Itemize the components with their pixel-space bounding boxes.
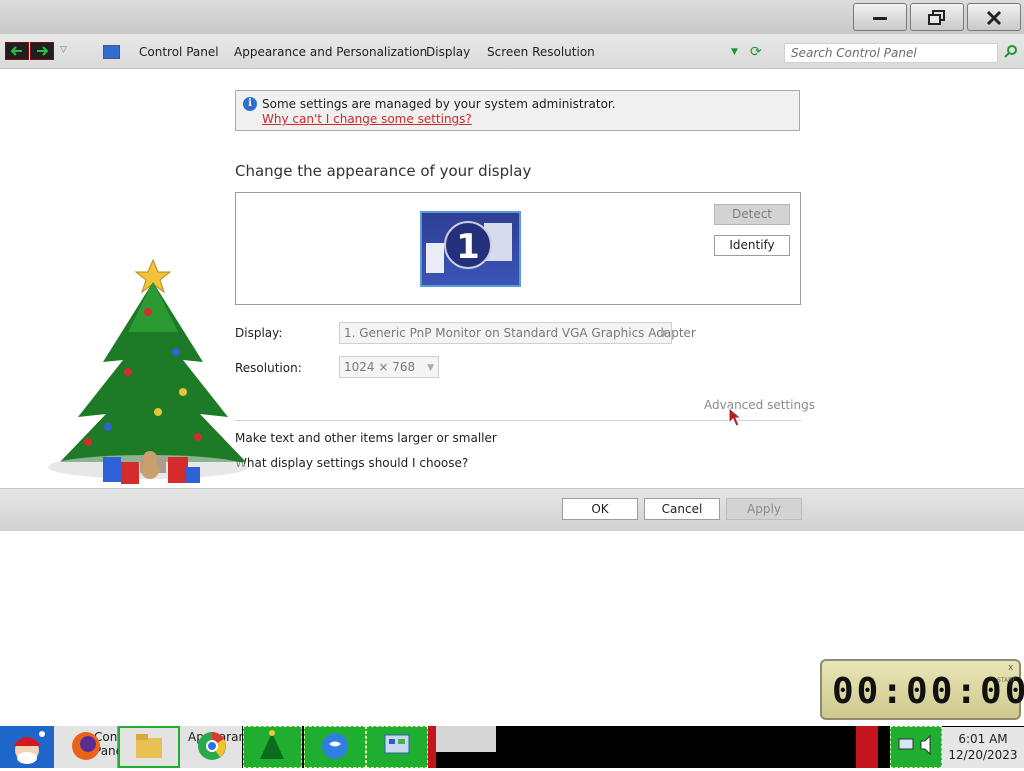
- display-select-value: 1. Generic PnP Monitor on Standard VGA G…: [344, 326, 696, 340]
- refresh-icon[interactable]: ⟳: [750, 44, 762, 60]
- minimize-button[interactable]: [853, 3, 907, 31]
- search-input[interactable]: Search Control Panel: [784, 43, 998, 63]
- breadcrumb-screen-resolution[interactable]: Screen Resolution: [487, 45, 595, 59]
- folder-icon: [136, 734, 162, 758]
- control-panel-icon: [103, 45, 120, 59]
- address-dropdown-icon[interactable]: ▼: [731, 47, 738, 57]
- minimize-icon: [873, 17, 887, 20]
- chevron-down-icon: ▼: [660, 329, 667, 339]
- close-icon: [986, 10, 1002, 26]
- dialog-button-bar: [0, 488, 1024, 531]
- resolution-select-value: 1024 × 768: [344, 360, 416, 374]
- taskbar-messenger[interactable]: [304, 726, 366, 768]
- detect-button[interactable]: Detect: [714, 204, 790, 225]
- close-button[interactable]: [967, 3, 1021, 31]
- system-tray[interactable]: [890, 726, 942, 768]
- clock-time: 6:01 AM: [958, 732, 1008, 746]
- why-cant-change-link[interactable]: Why can't I change some settings?: [262, 112, 472, 126]
- monitor-1-thumbnail[interactable]: 1: [420, 211, 521, 287]
- network-volume-icons: [898, 734, 931, 756]
- notice-text: Some settings are managed by your system…: [262, 97, 616, 111]
- divider: [235, 420, 801, 421]
- mouse-cursor-icon: [728, 407, 743, 427]
- taskbar-file-explorer[interactable]: [118, 726, 180, 768]
- system-clock[interactable]: 6:01 AM 12/20/2023: [942, 727, 1024, 768]
- control-panel-icon: [384, 734, 410, 754]
- display-help-link[interactable]: What display settings should I choose?: [235, 456, 468, 470]
- page-title: Change the appearance of your display: [235, 162, 532, 180]
- santa-start-icon: [13, 731, 45, 764]
- info-icon: i: [243, 97, 257, 111]
- chevron-down-icon: ▼: [427, 363, 434, 373]
- christmas-tree-icon: [48, 258, 248, 484]
- recent-pages-dropdown-icon[interactable]: ▽: [60, 45, 67, 55]
- text-size-link[interactable]: Make text and other items larger or smal…: [235, 431, 497, 445]
- forward-arrow-icon: [37, 46, 49, 56]
- tree-icon: [260, 730, 284, 759]
- back-button[interactable]: [5, 42, 29, 60]
- cancel-button[interactable]: Cancel: [644, 498, 720, 520]
- display-select[interactable]: 1. Generic PnP Monitor on Standard VGA G…: [339, 322, 696, 344]
- ok-button[interactable]: OK: [562, 498, 638, 520]
- advanced-settings-link[interactable]: Advanced settings: [704, 398, 815, 412]
- timer-widget[interactable]: 00:00:00 START x: [820, 659, 1024, 720]
- taskbar-christmas-tree[interactable]: [243, 726, 302, 768]
- display-preview-panel: 1 Detect Identify: [235, 192, 801, 305]
- window-thumbnail: [426, 243, 444, 273]
- breadcrumb-display[interactable]: Display: [426, 45, 470, 59]
- timer-start-button[interactable]: START: [997, 677, 1016, 684]
- clock-date: 12/20/2023: [948, 748, 1018, 762]
- breadcrumb-appearance[interactable]: Appearance and Personalization: [234, 45, 427, 59]
- timer-close-icon[interactable]: x: [1008, 663, 1013, 673]
- start-button[interactable]: [0, 726, 54, 768]
- messenger-icon: [322, 733, 348, 759]
- firefox-icon[interactable]: [66, 726, 106, 768]
- breadcrumb-control-panel[interactable]: Control Panel: [139, 45, 219, 59]
- apply-button[interactable]: Apply: [726, 498, 802, 520]
- chrome-icon[interactable]: [190, 726, 234, 768]
- admin-notice: i Some settings are managed by your syst…: [235, 90, 800, 131]
- taskbar-empty-slot: [436, 726, 496, 752]
- timer-display: 00:00:00: [832, 671, 1024, 712]
- identify-button[interactable]: Identify: [714, 235, 790, 256]
- restore-button[interactable]: [910, 3, 964, 31]
- search-icon[interactable]: [1004, 44, 1018, 61]
- resolution-select[interactable]: 1024 × 768 ▼: [339, 356, 439, 378]
- forward-button[interactable]: [30, 42, 54, 60]
- taskbar-divider: [428, 726, 436, 768]
- taskbar-control-panel-app[interactable]: [366, 726, 428, 768]
- restore-icon: [928, 10, 945, 25]
- tray-divider: [856, 726, 878, 768]
- back-arrow-icon: [10, 46, 22, 56]
- monitor-number: 1: [444, 221, 492, 269]
